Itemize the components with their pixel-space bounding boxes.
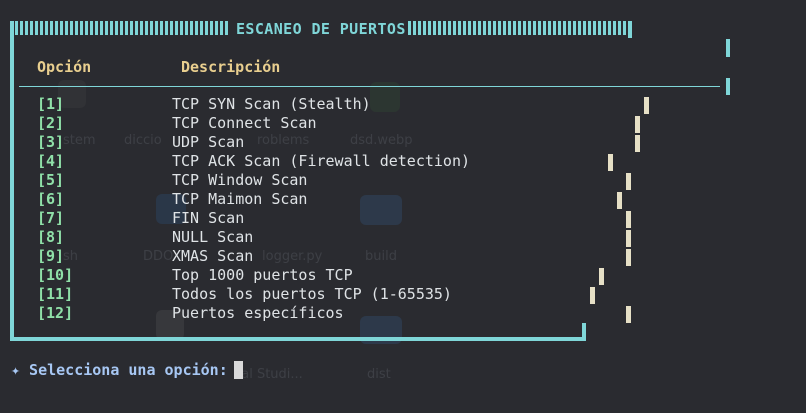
- option-label: TCP Connect Scan: [172, 114, 317, 132]
- row-edge-marker: [608, 154, 613, 171]
- row-edge-marker: [599, 268, 604, 285]
- row-edge-marker: [626, 306, 631, 323]
- row-edge-marker: [626, 249, 631, 266]
- option-number: [8]: [37, 228, 65, 246]
- desktop-label: build: [365, 249, 397, 264]
- desktop-label: diccio: [124, 133, 162, 148]
- column-header-description: Descripción: [181, 58, 281, 76]
- option-number: [5]: [37, 171, 65, 189]
- row-edge-marker: [635, 135, 640, 152]
- row-edge-marker: [617, 192, 622, 209]
- row-edge-marker: [626, 211, 631, 228]
- option-number: [9]: [37, 247, 65, 265]
- option-label: TCP Window Scan: [172, 171, 308, 189]
- option-number: [11]: [37, 285, 74, 303]
- frame-left-edge: [10, 21, 14, 341]
- text-cursor[interactable]: [234, 361, 243, 379]
- desktop-label: ual Studi...: [233, 367, 303, 382]
- option-label: Puertos específicos: [172, 304, 344, 322]
- desktop-label: dist: [367, 367, 391, 382]
- frame-bottom-edge: [10, 337, 586, 341]
- frame-top-right-dashes: [408, 21, 632, 35]
- desktop-icon: [360, 195, 402, 225]
- frame-top-left-dashes: [10, 21, 228, 35]
- option-label: TCP ACK Scan (Firewall detection): [172, 152, 471, 170]
- option-label: Top 1000 puertos TCP: [172, 266, 353, 284]
- row-edge-marker: [626, 173, 631, 190]
- option-label: XMAS Scan: [172, 247, 254, 265]
- option-number: [12]: [37, 304, 74, 322]
- option-number: [10]: [37, 266, 74, 284]
- option-number: [4]: [37, 152, 65, 170]
- option-label: Todos los puertos TCP (1-65535): [172, 285, 452, 303]
- menu-title: ESCANEO DE PUERTOS: [236, 20, 406, 38]
- frame-bottom-right-cap: [582, 323, 586, 341]
- row-edge-marker: [590, 287, 595, 304]
- frame-right-edge-top: [628, 21, 632, 38]
- desktop-label: logger.py: [262, 249, 323, 264]
- option-number: [6]: [37, 190, 65, 208]
- option-label: TCP Maimon Scan: [172, 190, 308, 208]
- selection-prompt: ✦ Selecciona una opción:: [11, 361, 237, 379]
- row-edge-marker: [644, 97, 649, 114]
- option-label: NULL Scan: [172, 228, 254, 246]
- desktop-label: roblems: [257, 133, 310, 148]
- option-label: UDP Scan: [172, 133, 245, 151]
- frame-right-notch: [726, 39, 730, 57]
- option-label: TCP SYN Scan (Stealth): [172, 95, 371, 113]
- option-number: [3]: [37, 133, 65, 151]
- desktop-label: sh: [63, 249, 79, 264]
- row-edge-marker: [635, 116, 640, 133]
- option-number: [7]: [37, 209, 65, 227]
- row-edge-marker: [626, 230, 631, 247]
- option-number: [2]: [37, 114, 65, 132]
- frame-right-notch: [726, 78, 730, 95]
- option-number: [1]: [37, 95, 65, 113]
- desktop-label: stem: [63, 133, 96, 148]
- option-label: FIN Scan: [172, 209, 245, 227]
- desktop-label: DDO: [143, 249, 174, 264]
- desktop-label: dsd.webp: [350, 133, 413, 148]
- column-header-option: Opción: [37, 58, 92, 76]
- header-separator: [19, 86, 720, 87]
